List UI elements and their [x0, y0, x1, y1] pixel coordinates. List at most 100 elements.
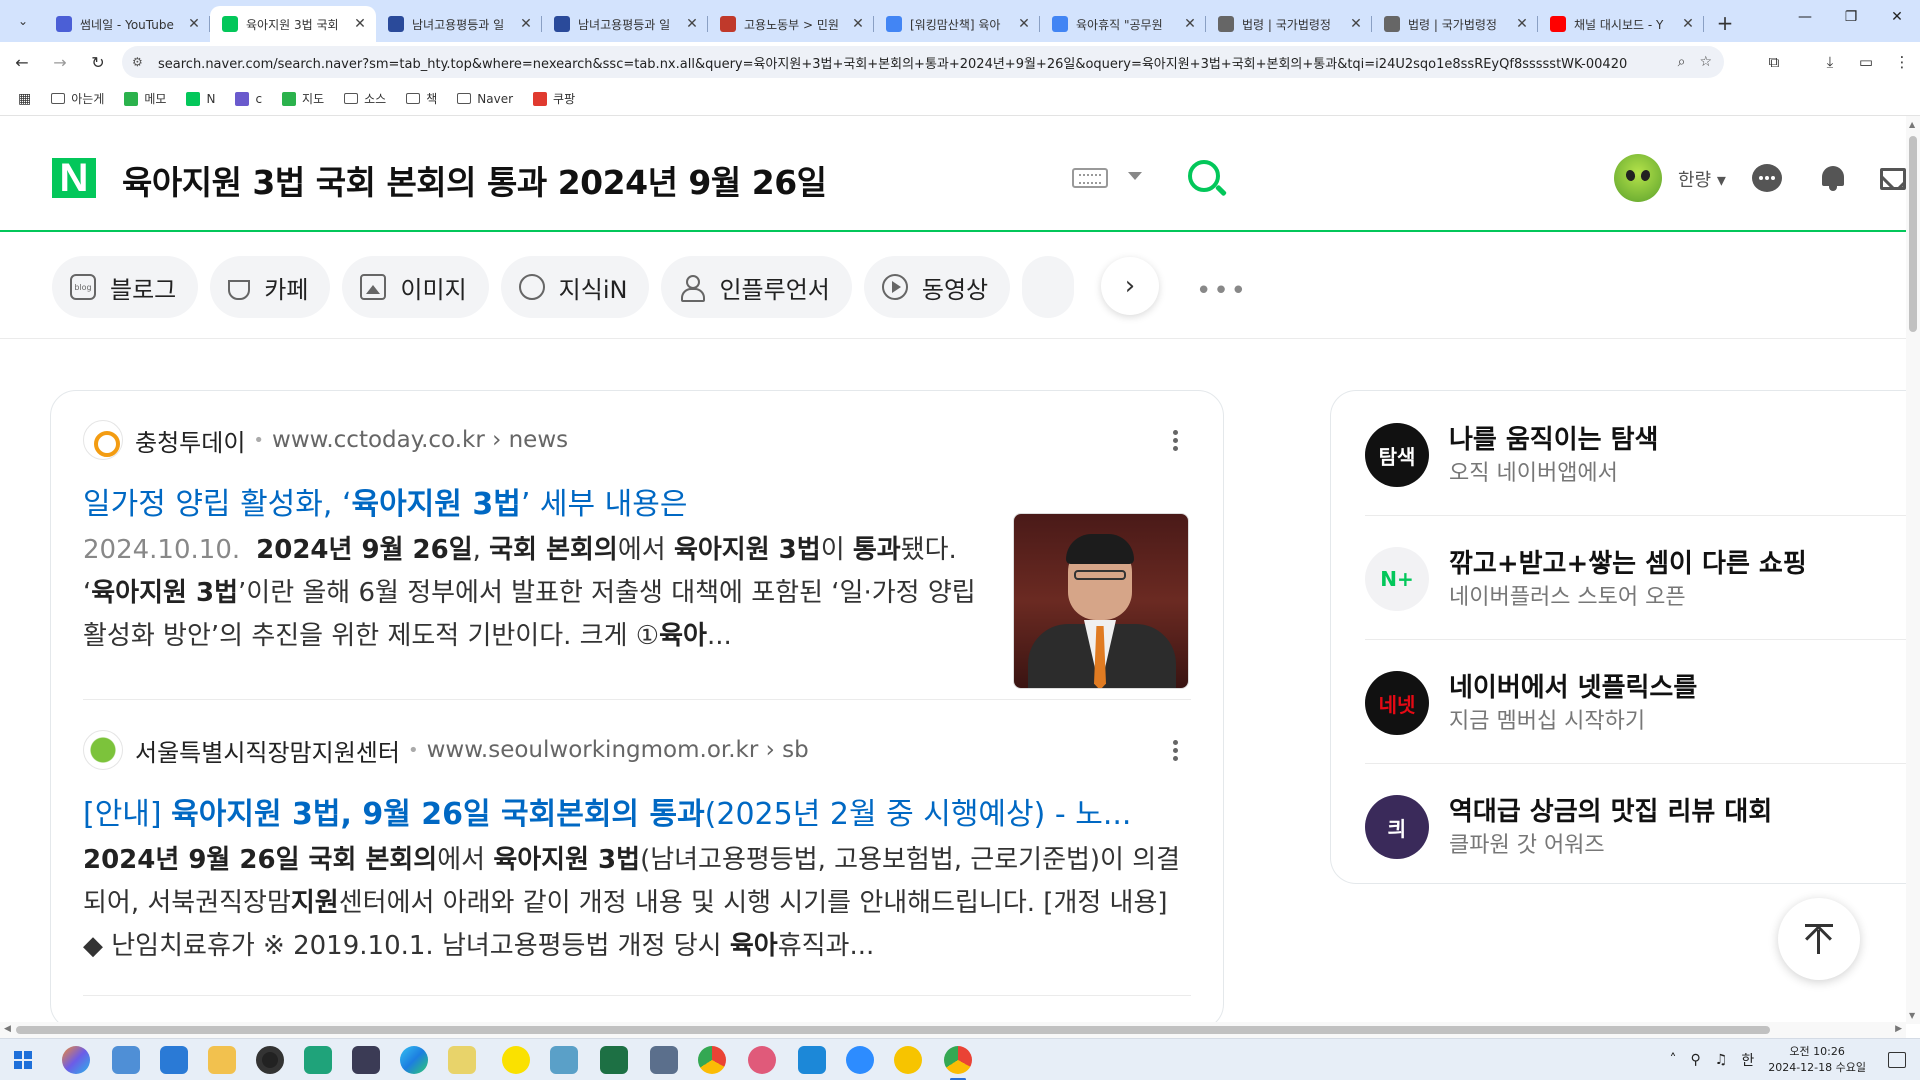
bookmark-item[interactable]: 메모: [124, 90, 166, 107]
source-name[interactable]: 충청투데이: [135, 423, 245, 458]
more-options-icon[interactable]: •••: [1196, 276, 1248, 306]
promo-item[interactable]: 탐색 나를 움직이는 탐색 오직 네이버앱에서: [1365, 393, 1905, 517]
browser-tab[interactable]: 법령 | 국가법령정 ✕: [1372, 6, 1538, 42]
back-button[interactable]: ←: [6, 46, 38, 78]
bookmark-item[interactable]: N: [186, 91, 215, 106]
restore-button[interactable]: ❐: [1828, 0, 1874, 34]
browser-tab[interactable]: 육아지원 3법 국회 ✕: [210, 6, 376, 42]
vertical-scrollbar[interactable]: ▲ ▼: [1906, 116, 1920, 1024]
tray-chevron-up-icon[interactable]: ˄: [1669, 1052, 1676, 1068]
taskbar-app-icon[interactable]: [160, 1046, 188, 1074]
promo-item[interactable]: 네넷 네이버에서 넷플릭스를 지금 멤버십 시작하기: [1365, 641, 1905, 765]
chrome-icon[interactable]: [698, 1046, 726, 1074]
promo-item[interactable]: 킈 역대급 상금의 맛집 리뷰 대회 클파원 갓 어워즈: [1365, 765, 1905, 889]
bookmark-item[interactable]: c: [235, 91, 262, 106]
bookmark-star-icon[interactable]: ☆: [1699, 54, 1712, 70]
bell-icon[interactable]: [1818, 164, 1848, 192]
mail-icon[interactable]: [1880, 168, 1906, 190]
record-icon[interactable]: [256, 1046, 284, 1074]
taskbar-app-icon[interactable]: [550, 1046, 578, 1074]
taskbar-app-icon[interactable]: [112, 1046, 140, 1074]
taskbar-app-icon[interactable]: [748, 1046, 776, 1074]
source-name[interactable]: 서울특별시직장맘지원센터: [135, 733, 400, 768]
bookmark-item[interactable]: 아는게: [51, 90, 104, 107]
zoom-icon[interactable]: ⌕: [1678, 54, 1686, 70]
result-thumbnail[interactable]: [1013, 513, 1189, 689]
new-tab-button[interactable]: +: [1710, 8, 1740, 38]
apps-icon[interactable]: ▦: [18, 91, 31, 107]
cast-icon[interactable]: ▭: [1848, 53, 1884, 71]
windows-start-icon[interactable]: [14, 1051, 32, 1069]
address-url[interactable]: search.naver.com/search.naver?sm=tab_hty…: [158, 53, 1628, 72]
edge-icon[interactable]: [400, 1046, 428, 1074]
source-logo-icon[interactable]: [83, 730, 123, 770]
forward-button[interactable]: →: [44, 46, 76, 78]
address-bar[interactable]: ⚙ search.naver.com/search.naver?sm=tab_h…: [122, 46, 1724, 78]
extensions-icon[interactable]: ⧉: [1756, 53, 1792, 71]
speaker-icon[interactable]: ♫: [1715, 1052, 1728, 1068]
close-tab-icon[interactable]: ✕: [684, 16, 700, 32]
kakaotalk-icon[interactable]: [502, 1046, 530, 1074]
tab-image[interactable]: 이미지: [342, 256, 489, 318]
chevron-down-icon[interactable]: [1128, 172, 1142, 180]
browser-tab[interactable]: 육아휴직 "공무원 ✕: [1040, 6, 1206, 42]
tab-kin[interactable]: 지식iN: [500, 256, 650, 318]
browser-tab[interactable]: [워킹맘산책] 육아 ✕: [874, 6, 1040, 42]
reload-button[interactable]: ↻: [82, 46, 114, 78]
browser-tab[interactable]: 채널 대시보드 - Y ✕: [1538, 6, 1704, 42]
taskbar-app-icon[interactable]: [352, 1046, 380, 1074]
tab-cafe[interactable]: 카페: [210, 256, 331, 318]
file-explorer-icon[interactable]: [208, 1046, 236, 1074]
network-icon[interactable]: ⚲: [1690, 1052, 1700, 1068]
source-logo-icon[interactable]: [83, 420, 123, 460]
promo-item[interactable]: N+ 깎고+받고+쌓는 셈이 다른 쇼핑 네이버플러스 스토어 오픈: [1365, 517, 1905, 641]
taskbar-app-icon[interactable]: [304, 1046, 332, 1074]
clock[interactable]: 오전 10:26 2024-12-18 수요일: [1768, 1044, 1866, 1076]
excel-icon[interactable]: [600, 1046, 628, 1074]
taskbar-app-icon[interactable]: [798, 1046, 826, 1074]
source-url[interactable]: www.cctoday.co.kr › news: [272, 427, 568, 453]
ime-indicator[interactable]: 한: [1741, 1050, 1754, 1070]
browser-tab[interactable]: 법령 | 국가법령정 ✕: [1206, 6, 1372, 42]
close-tab-icon[interactable]: ✕: [1680, 16, 1696, 32]
bookmark-item[interactable]: 소스: [344, 90, 386, 107]
chevron-right-icon[interactable]: ›: [1101, 257, 1159, 315]
result-snippet[interactable]: 2024년 9월 26일 국회 본회의에서 육아지원 3법(남녀고용평등법, 고…: [83, 839, 1191, 968]
minimize-button[interactable]: —: [1782, 0, 1828, 34]
kebab-menu-icon[interactable]: [1173, 737, 1179, 764]
talk-icon[interactable]: [1752, 164, 1782, 192]
browser-tab[interactable]: 남녀고용평등과 일 ✕: [376, 6, 542, 42]
tab-influencer[interactable]: 인플루언서: [661, 256, 852, 318]
bookmark-item[interactable]: 책: [406, 90, 437, 107]
close-tab-icon[interactable]: ✕: [352, 16, 368, 32]
tab-search-button[interactable]: ⌄: [8, 6, 38, 36]
close-tab-icon[interactable]: ✕: [186, 16, 202, 32]
horizontal-scrollbar[interactable]: ◀ ▶: [0, 1022, 1906, 1038]
browser-tab[interactable]: 남녀고용평등과 일 ✕: [542, 6, 708, 42]
player-icon[interactable]: [894, 1046, 922, 1074]
download-icon[interactable]: ⤓: [1812, 53, 1848, 71]
close-tab-icon[interactable]: ✕: [518, 16, 534, 32]
chrome-active-icon[interactable]: [944, 1046, 972, 1080]
scroll-to-top-button[interactable]: [1778, 898, 1860, 980]
taskbar-app-icon[interactable]: [448, 1046, 476, 1074]
result-snippet[interactable]: 2024.10.10. 2024년 9월 26일, 국회 본회의에서 육아지원 3…: [83, 529, 983, 658]
chrome-menu-icon[interactable]: ⋮: [1884, 53, 1920, 71]
calculator-icon[interactable]: [650, 1046, 678, 1074]
kebab-menu-icon[interactable]: [1173, 427, 1179, 454]
result-title-link[interactable]: [안내] 육아지원 3법, 9월 26일 국회본회의 통과(2025년 2월 중…: [83, 789, 1191, 833]
naver-logo[interactable]: N: [52, 158, 96, 198]
tab-video[interactable]: 동영상: [863, 256, 1011, 318]
bookmark-item[interactable]: 쿠팡: [533, 90, 575, 107]
close-tab-icon[interactable]: ✕: [1016, 16, 1032, 32]
notification-icon[interactable]: [1888, 1052, 1906, 1068]
close-tab-icon[interactable]: ✕: [850, 16, 866, 32]
close-tab-icon[interactable]: ✕: [1182, 16, 1198, 32]
close-window-button[interactable]: ✕: [1874, 0, 1920, 34]
browser-tab[interactable]: 고용노동부 > 민원 ✕: [708, 6, 874, 42]
bookmark-item[interactable]: 지도: [282, 90, 324, 107]
browser-tab[interactable]: 썸네일 - YouTube ✕: [44, 6, 210, 42]
site-info-icon[interactable]: ⚙: [132, 55, 152, 69]
close-tab-icon[interactable]: ✕: [1514, 16, 1530, 32]
zoom-app-icon[interactable]: [846, 1046, 874, 1074]
